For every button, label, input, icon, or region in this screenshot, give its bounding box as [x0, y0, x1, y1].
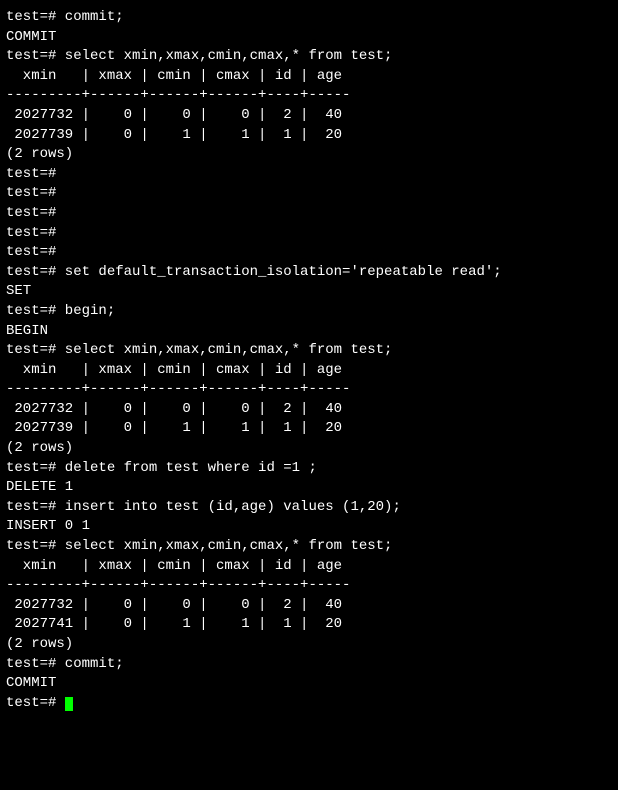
terminal-line: xmin | xmax | cmin | cmax | id | age [6, 361, 612, 381]
terminal-line: 2027732 | 0 | 0 | 0 | 2 | 40 [6, 596, 612, 616]
terminal-line: test=# begin; [6, 302, 612, 322]
terminal-line: test=# select xmin,xmax,cmin,cmax,* from… [6, 537, 612, 557]
terminal-line: test=# select xmin,xmax,cmin,cmax,* from… [6, 47, 612, 67]
terminal-line: test=# [6, 694, 612, 714]
terminal-line: test=# [6, 224, 612, 244]
terminal-output[interactable]: test=# commit;COMMITtest=# select xmin,x… [0, 0, 618, 721]
terminal-line: BEGIN [6, 322, 612, 342]
cursor [65, 697, 73, 711]
terminal-line: (2 rows) [6, 635, 612, 655]
terminal-line: DELETE 1 [6, 478, 612, 498]
terminal-line: ---------+------+------+------+----+----… [6, 86, 612, 106]
terminal-line: INSERT 0 1 [6, 517, 612, 537]
terminal-line: ---------+------+------+------+----+----… [6, 380, 612, 400]
terminal-line: 2027739 | 0 | 1 | 1 | 1 | 20 [6, 126, 612, 146]
terminal-line: 2027732 | 0 | 0 | 0 | 2 | 40 [6, 106, 612, 126]
terminal-line: xmin | xmax | cmin | cmax | id | age [6, 557, 612, 577]
terminal-line: test=# [6, 243, 612, 263]
terminal-line: (2 rows) [6, 439, 612, 459]
terminal-line: 2027732 | 0 | 0 | 0 | 2 | 40 [6, 400, 612, 420]
terminal-line: COMMIT [6, 674, 612, 694]
terminal-line: test=# commit; [6, 655, 612, 675]
terminal-line: test=# [6, 204, 612, 224]
terminal-line: test=# set default_transaction_isolation… [6, 263, 612, 283]
terminal-line: test=# insert into test (id,age) values … [6, 498, 612, 518]
terminal-line: test=# [6, 165, 612, 185]
terminal-line: test=# [6, 184, 612, 204]
terminal-line: 2027739 | 0 | 1 | 1 | 1 | 20 [6, 419, 612, 439]
terminal-line: SET [6, 282, 612, 302]
terminal-line: (2 rows) [6, 145, 612, 165]
terminal-line: test=# select xmin,xmax,cmin,cmax,* from… [6, 341, 612, 361]
terminal-line: COMMIT [6, 28, 612, 48]
terminal-line: test=# commit; [6, 8, 612, 28]
terminal-line: ---------+------+------+------+----+----… [6, 576, 612, 596]
terminal-line: xmin | xmax | cmin | cmax | id | age [6, 67, 612, 87]
terminal-line: 2027741 | 0 | 1 | 1 | 1 | 20 [6, 615, 612, 635]
terminal-line: test=# delete from test where id =1 ; [6, 459, 612, 479]
